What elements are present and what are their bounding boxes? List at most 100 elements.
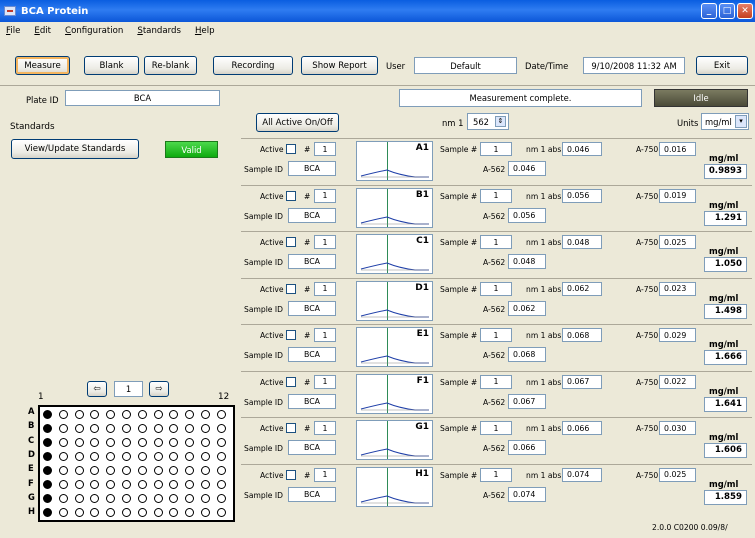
blank-button[interactable]: Blank — [84, 56, 139, 75]
plate-well[interactable] — [106, 494, 116, 503]
plate-well[interactable] — [43, 410, 52, 419]
active-checkbox[interactable] — [286, 283, 296, 294]
plate-well[interactable] — [106, 466, 116, 475]
sample-id-field[interactable]: BCA — [288, 440, 336, 455]
plate-well[interactable] — [185, 410, 195, 419]
plate-well[interactable] — [106, 508, 116, 517]
plate-well[interactable] — [137, 424, 147, 433]
active-number-field[interactable]: 1 — [314, 421, 336, 435]
plate-well[interactable] — [74, 452, 84, 461]
plate-well[interactable] — [90, 452, 100, 461]
sample-id-field[interactable]: BCA — [288, 161, 336, 176]
plate-well[interactable] — [216, 410, 226, 419]
active-checkbox[interactable] — [286, 330, 296, 340]
plate-well[interactable] — [106, 424, 116, 433]
all-active-toggle-button[interactable]: All Active On/Off — [256, 113, 339, 132]
plate-well[interactable] — [74, 480, 84, 489]
sample-id-field[interactable]: BCA — [288, 254, 336, 269]
sample-num-field[interactable]: 1 — [480, 142, 512, 156]
plate-well[interactable] — [43, 480, 52, 489]
plate-well[interactable] — [122, 410, 131, 419]
sample-num-field[interactable]: 1 — [480, 188, 512, 203]
plate-well[interactable] — [137, 410, 147, 419]
plate-well[interactable] — [90, 494, 100, 503]
plate-well[interactable] — [216, 438, 226, 447]
plate-well[interactable] — [58, 410, 68, 419]
spinner-arrows-icon[interactable]: ⇕ — [495, 116, 506, 127]
plate-well[interactable] — [169, 410, 179, 419]
plate-well[interactable] — [169, 452, 179, 461]
plate-well[interactable] — [137, 452, 147, 461]
plate-well[interactable] — [122, 480, 131, 489]
plate-well[interactable] — [74, 438, 84, 447]
plate-well[interactable] — [90, 466, 100, 475]
plate-well[interactable] — [169, 480, 179, 489]
plate-well[interactable] — [185, 508, 195, 517]
plate-well[interactable] — [122, 494, 131, 503]
sample-id-field[interactable]: BCA — [288, 207, 336, 223]
plate-well[interactable] — [58, 438, 68, 447]
menu-edit[interactable]: Edit — [34, 26, 51, 36]
plate-well[interactable] — [185, 438, 195, 447]
plate-well[interactable] — [43, 438, 52, 447]
plate-well[interactable] — [106, 438, 116, 447]
plate-well[interactable] — [201, 508, 210, 517]
plate-well[interactable] — [137, 480, 147, 489]
plate-well[interactable] — [185, 480, 195, 489]
plate-well[interactable] — [137, 438, 147, 447]
plate-well[interactable] — [106, 452, 116, 461]
plate-well[interactable] — [201, 466, 210, 475]
plate-well[interactable] — [43, 452, 52, 461]
nm-spinner[interactable]: 562 ⇕ — [467, 113, 509, 130]
plate-well[interactable] — [43, 508, 52, 517]
measure-button[interactable]: Measure — [15, 56, 70, 75]
active-number-field[interactable]: 1 — [314, 467, 336, 482]
plate-well[interactable] — [58, 466, 68, 475]
plate-well[interactable] — [58, 452, 68, 461]
plate-well[interactable] — [90, 410, 100, 419]
close-icon[interactable]: ✕ — [737, 3, 753, 19]
menu-configuration[interactable]: Configuration — [65, 26, 123, 36]
plate-well[interactable] — [216, 494, 226, 503]
plate-well[interactable] — [74, 410, 84, 419]
plate-well[interactable] — [216, 466, 226, 475]
active-number-field[interactable]: 1 — [314, 188, 336, 203]
plate-well[interactable] — [58, 508, 68, 517]
plate-well[interactable] — [43, 494, 52, 503]
menu-file[interactable]: File — [6, 26, 20, 36]
active-number-field[interactable]: 1 — [314, 374, 336, 389]
plate-well[interactable] — [122, 452, 131, 461]
plate-well[interactable] — [43, 424, 52, 433]
menu-standards[interactable]: Standards — [137, 26, 181, 36]
minimize-icon[interactable]: _ — [701, 3, 717, 19]
active-checkbox[interactable] — [286, 237, 296, 247]
plate-well[interactable] — [153, 424, 163, 433]
plate-well[interactable] — [153, 410, 163, 419]
plate-well[interactable] — [201, 494, 210, 503]
plate-well[interactable] — [169, 494, 179, 503]
plate-well[interactable] — [153, 508, 163, 517]
sample-num-field[interactable]: 1 — [480, 421, 512, 435]
sample-num-field[interactable]: 1 — [480, 235, 512, 249]
plate-well[interactable] — [122, 438, 131, 447]
plate-well[interactable] — [185, 424, 195, 433]
plate-well[interactable] — [74, 424, 84, 433]
plate-well[interactable] — [137, 466, 147, 475]
reblank-button[interactable]: Re-blank — [144, 56, 197, 75]
active-checkbox[interactable] — [286, 190, 296, 201]
plate-well[interactable] — [216, 480, 226, 489]
plate-well[interactable] — [137, 494, 147, 503]
plate-well[interactable] — [106, 480, 116, 489]
plate-well[interactable] — [153, 438, 163, 447]
plate-map[interactable] — [38, 405, 235, 522]
plate-id-field[interactable]: BCA — [65, 90, 220, 106]
plate-well[interactable] — [153, 452, 163, 461]
plate-well[interactable] — [74, 508, 84, 517]
next-column-icon[interactable]: ⇨ — [149, 381, 169, 397]
plate-well[interactable] — [58, 494, 68, 503]
prev-column-icon[interactable]: ⇦ — [87, 381, 107, 397]
plate-well[interactable] — [169, 466, 179, 475]
show-report-button[interactable]: Show Report — [301, 56, 378, 75]
plate-well[interactable] — [216, 452, 226, 461]
active-number-field[interactable]: 1 — [314, 235, 336, 249]
